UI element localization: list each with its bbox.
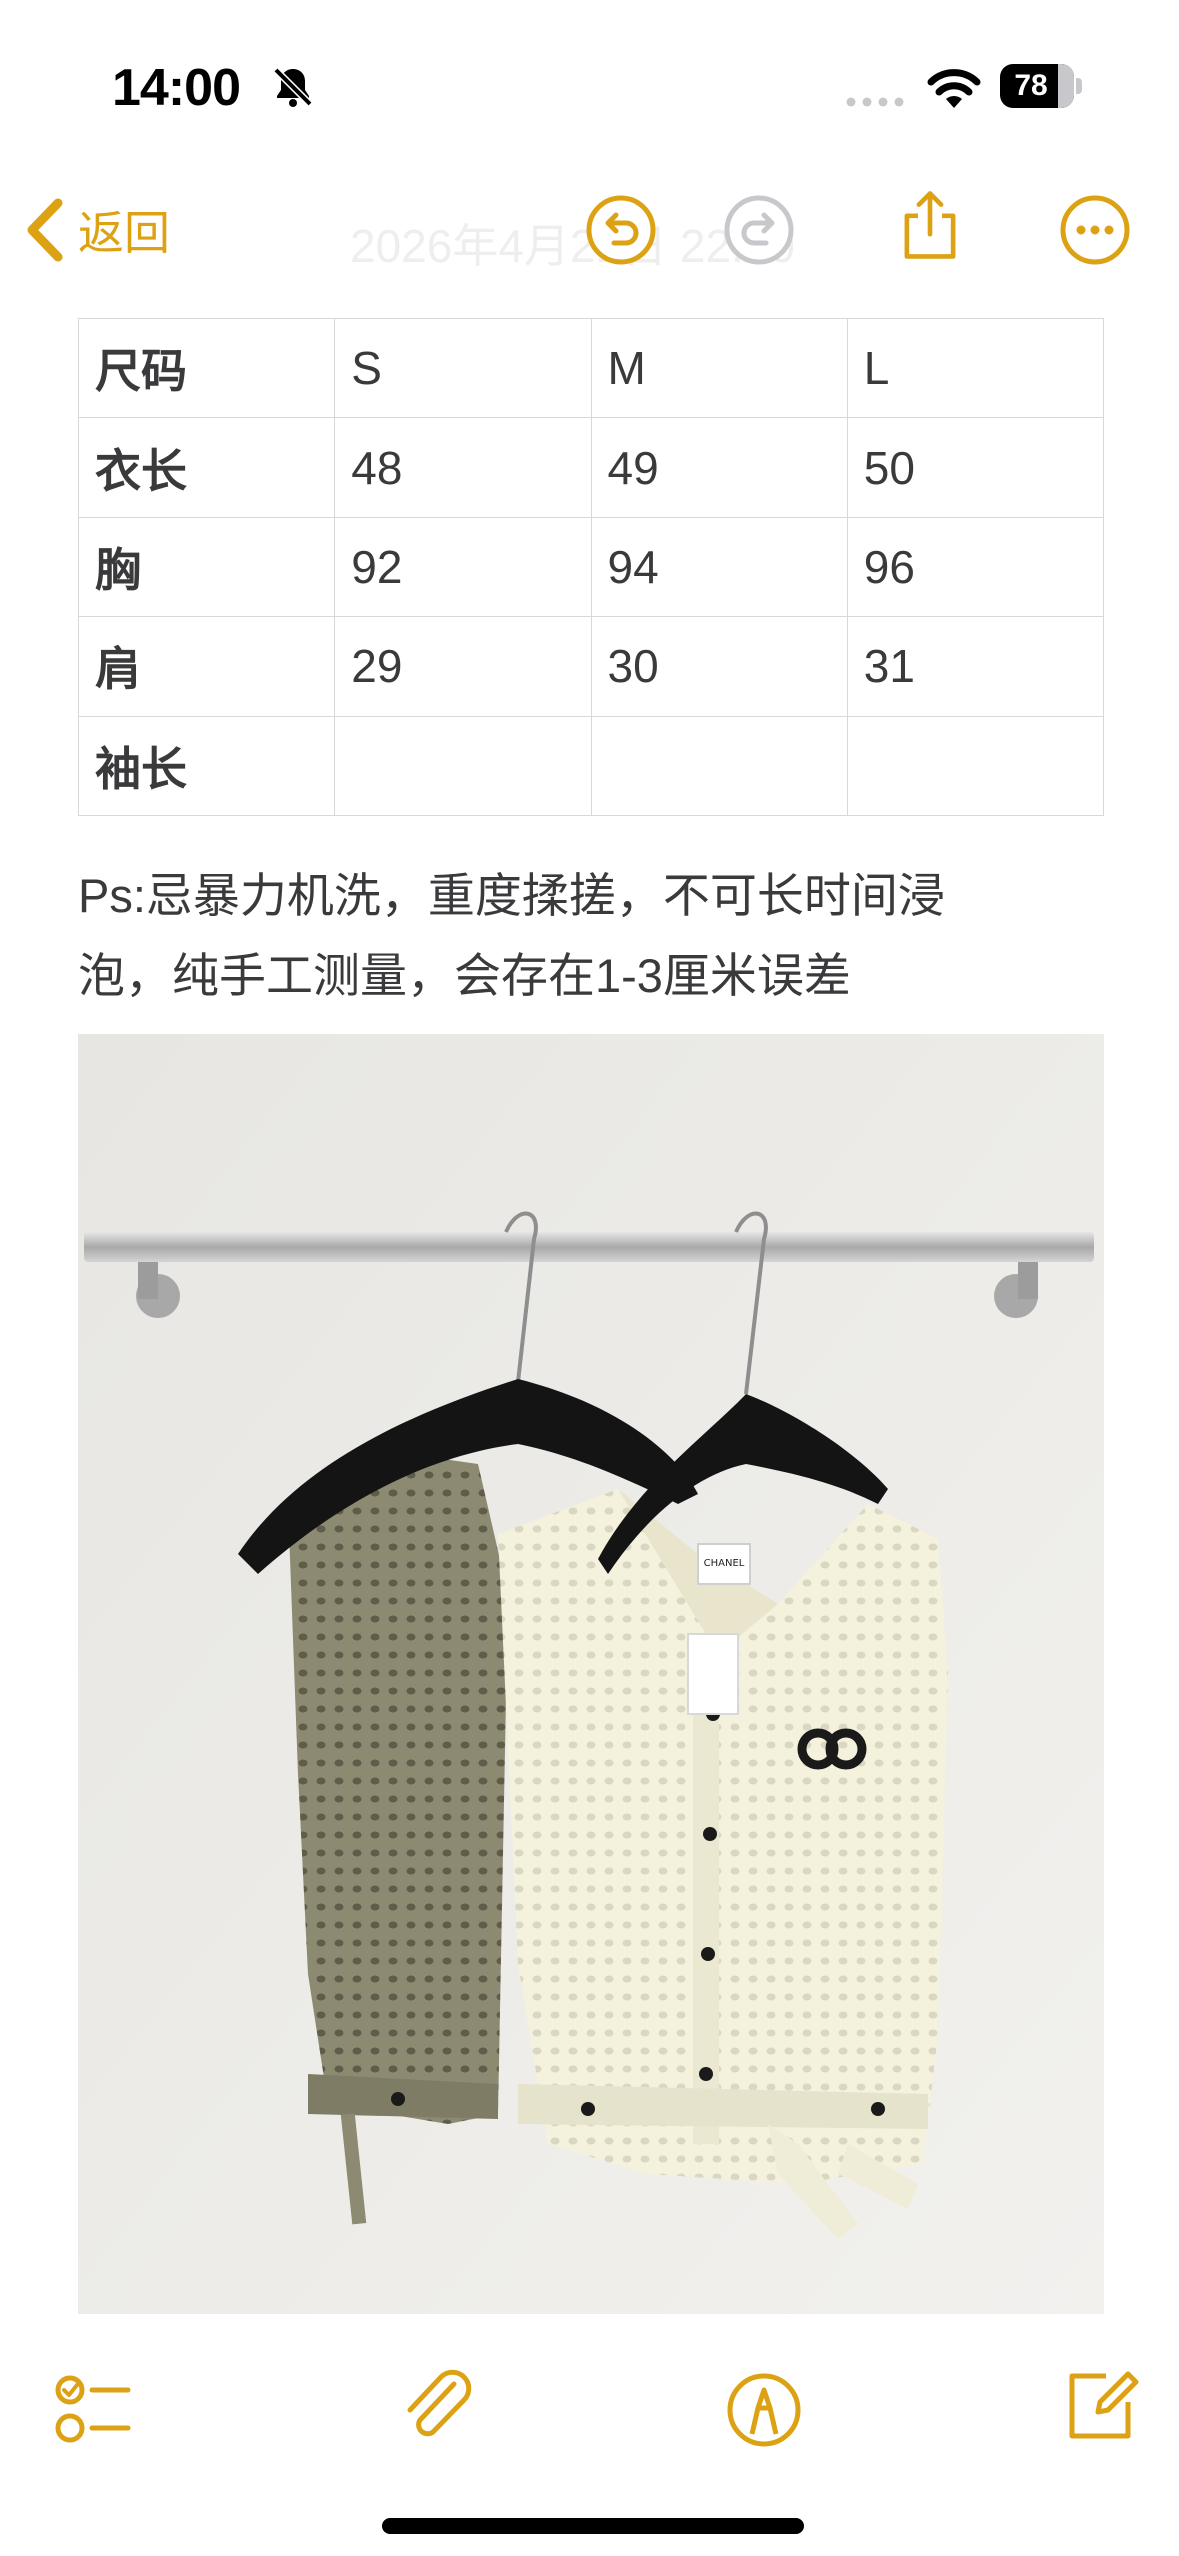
wifi-icon <box>927 69 981 108</box>
note-line: Ps:忌暴力机洗，重度揉搓，不可长时间浸 <box>78 869 945 922</box>
markup-pen-icon[interactable] <box>722 2368 806 2452</box>
paperclip-icon[interactable] <box>394 2364 478 2448</box>
table-cell[interactable] <box>334 715 592 816</box>
product-photo[interactable]: CHANEL <box>78 1034 1104 2314</box>
note-line: 泡，纯手工测量，会存在1-3厘米误差 <box>78 949 851 1002</box>
table-cell[interactable]: 袖长 <box>77 715 336 816</box>
table-cell[interactable] <box>846 715 1105 816</box>
checklist-icon[interactable] <box>52 2368 136 2452</box>
table-cell[interactable]: 50 <box>846 417 1105 518</box>
table-cell[interactable]: M <box>590 317 848 419</box>
cellular-dots-icon <box>846 97 904 107</box>
status-bar: 14:00 78 <box>0 0 1179 150</box>
table-cell[interactable]: S <box>334 317 592 419</box>
more-icon[interactable] <box>1058 193 1132 267</box>
compose-icon[interactable] <box>1058 2364 1142 2448</box>
table-cell[interactable]: 衣长 <box>77 417 336 518</box>
table-cell[interactable]: L <box>846 317 1105 419</box>
back-button[interactable]: 返回 <box>22 190 170 270</box>
table-row: 肩 29 30 31 <box>77 616 1105 717</box>
table-cell[interactable]: 30 <box>590 616 848 717</box>
nav-bar: 2026年4月21日 22:00 返回 <box>0 160 1179 300</box>
knit-vests-on-rail-image: CHANEL <box>78 1034 1104 2314</box>
share-icon[interactable] <box>893 188 967 262</box>
table-cell[interactable] <box>590 715 848 816</box>
table-row: 袖长 <box>77 715 1105 816</box>
back-label: 返回 <box>78 207 170 259</box>
size-table[interactable]: 尺码 S M L 衣长 48 49 50 胸 92 94 96 肩 29 30 … <box>77 317 1105 816</box>
table-cell[interactable]: 49 <box>590 417 848 518</box>
table-row: 衣长 48 49 50 <box>77 417 1105 518</box>
table-cell[interactable]: 胸 <box>77 516 336 618</box>
table-cell[interactable]: 92 <box>334 516 592 618</box>
table-cell[interactable]: 94 <box>590 516 848 618</box>
table-cell[interactable]: 31 <box>846 616 1105 717</box>
table-cell[interactable]: 29 <box>334 616 592 717</box>
status-time: 14:00 <box>112 59 241 117</box>
table-cell[interactable]: 尺码 <box>77 317 336 419</box>
bell-slash-icon <box>273 67 313 107</box>
table-cell[interactable]: 肩 <box>77 616 336 717</box>
table-cell[interactable]: 96 <box>846 516 1105 618</box>
home-indicator[interactable] <box>382 2518 804 2534</box>
photo-tag-text: CHANEL <box>704 1558 745 1569</box>
undo-icon[interactable] <box>584 193 658 267</box>
redo-icon[interactable] <box>722 193 796 267</box>
table-header-row: 尺码 S M L <box>77 317 1105 419</box>
chevron-left-icon <box>27 198 63 262</box>
note-body-text[interactable]: Ps:忌暴力机洗，重度揉搓，不可长时间浸 泡，纯手工测量，会存在1-3厘米误差 <box>78 856 1108 1016</box>
battery-level: 78 <box>1014 69 1048 102</box>
table-row: 胸 92 94 96 <box>77 516 1105 618</box>
battery-icon: 78 <box>1000 64 1082 108</box>
table-cell[interactable]: 48 <box>334 417 592 518</box>
